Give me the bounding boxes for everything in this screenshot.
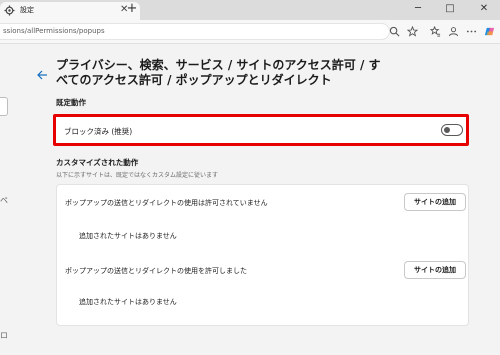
blocked-list-title: ポップアップの送信とリダイレクトの使用は許可されていません: [65, 199, 268, 207]
page-title: プライバシー、検索、サービス / サイトのアクセス許可 / すべてのアクセス許可…: [56, 58, 381, 87]
back-arrow-icon[interactable]: [36, 69, 48, 81]
block-setting-label: ブロック済み (推奨): [64, 127, 133, 136]
address-url: ssions/allPermissions/popups: [3, 27, 105, 35]
close-window-button[interactable]: ✕: [474, 2, 494, 18]
favorites-icon[interactable]: [428, 24, 442, 38]
copilot-icon[interactable]: [482, 24, 496, 38]
sidebar-item-fragment[interactable]: ロ: [0, 330, 8, 341]
maximize-button[interactable]: □: [440, 2, 460, 18]
zoom-icon[interactable]: [387, 24, 401, 38]
more-options-icon[interactable]: [464, 24, 478, 38]
profile-icon[interactable]: [446, 24, 460, 38]
sidebar-item-fragment[interactable]: ペ: [0, 195, 8, 206]
toolbar: ssions/allPermissions/popups: [0, 20, 500, 44]
custom-behavior-description: 以下に示すサイトは、既定ではなくカスタム設定に従います: [56, 172, 219, 179]
tab-settings[interactable]: 設定 ✕: [0, 2, 140, 20]
address-bar[interactable]: ssions/allPermissions/popups: [0, 23, 390, 40]
add-allowed-site-button[interactable]: サイトの追加: [404, 261, 466, 279]
add-blocked-site-button[interactable]: サイトの追加: [404, 193, 466, 211]
allowed-list-title: ポップアップの送信とリダイレクトの使用を許可しました: [65, 267, 247, 275]
toggle-knob: [444, 127, 450, 133]
tab-strip: 設定 ✕ + ─ □ ✕: [0, 0, 500, 20]
sidebar-search-box[interactable]: [0, 97, 8, 116]
blocked-list-empty: 追加されたサイトはありません: [79, 232, 177, 240]
block-setting-card: ブロック済み (推奨): [53, 114, 469, 146]
custom-behavior-card: ポップアップの送信とリダイレクトの使用は許可されていません サイトの追加 追加さ…: [56, 184, 469, 326]
tab-title: 設定: [20, 6, 34, 14]
minimize-button[interactable]: ─: [408, 2, 428, 18]
gear-icon: [4, 5, 15, 16]
new-tab-button[interactable]: +: [124, 2, 140, 18]
default-behavior-label: 既定動作: [56, 98, 86, 107]
favorite-star-icon[interactable]: [405, 24, 419, 38]
custom-behavior-label: カスタマイズされた動作: [56, 158, 139, 167]
block-toggle[interactable]: [441, 124, 463, 136]
allowed-list-empty: 追加されたサイトはありません: [79, 298, 177, 306]
